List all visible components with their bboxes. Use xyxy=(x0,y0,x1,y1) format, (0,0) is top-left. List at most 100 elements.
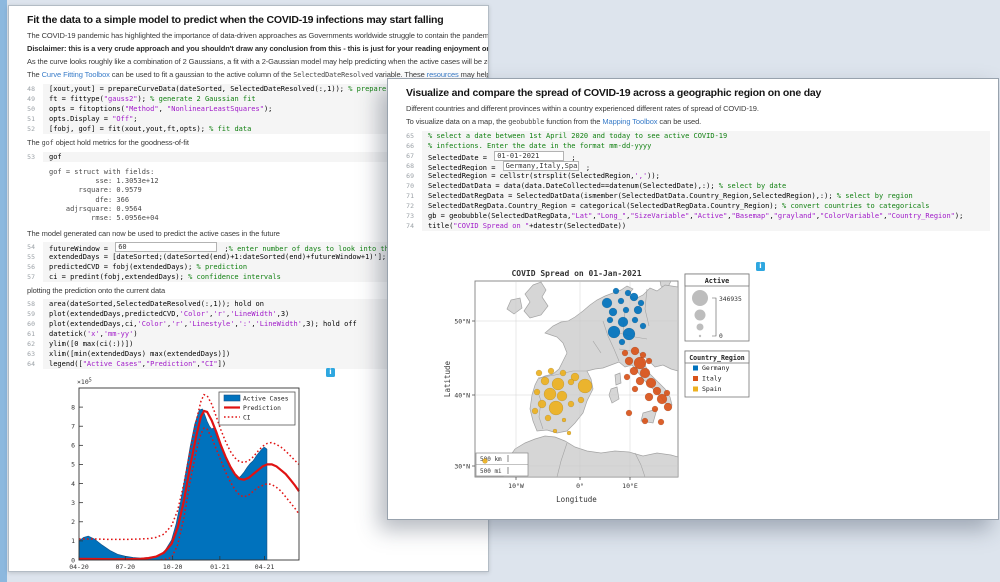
code-fragment: ]) xyxy=(218,360,226,368)
svg-text:07-20: 07-20 xyxy=(115,563,135,571)
line-number: 74 xyxy=(388,221,422,231)
svg-text:Prediction: Prediction xyxy=(243,405,281,412)
code-comment: % infections. Enter the date in the form… xyxy=(428,142,651,150)
svg-text:10°E: 10°E xyxy=(622,482,638,490)
line-number: 66 xyxy=(388,141,422,151)
line-number: 67 xyxy=(388,151,422,161)
page-title: Visualize and compare the spread of COVI… xyxy=(406,87,990,99)
code-line: 73gb = geobubble(SelectedDatRegData,"Lat… xyxy=(388,211,990,221)
intro-paragraph: The COVID-19 pandemic has highlighted th… xyxy=(27,31,480,40)
code-comment: % confidence intervals xyxy=(188,273,281,281)
text-run: can be used. xyxy=(657,117,701,126)
gaussian-paragraph: As the curve looks roughly like a combin… xyxy=(27,57,480,66)
code-fragment: SelectedRegion = xyxy=(428,164,500,171)
code-line: 71SelectedDatRegData = SelectedDatData(i… xyxy=(388,191,990,201)
inline-edit-field[interactable]: Germany,Italy,Spain xyxy=(503,161,579,171)
inline-edit-field[interactable]: 01-01-2021 xyxy=(494,151,564,161)
code-fragment: ; xyxy=(133,115,137,123)
code-string: "Method" xyxy=(125,105,159,113)
code-string: 'Linestyle' xyxy=(188,320,234,328)
code-string: "Lat" xyxy=(571,212,592,220)
code-fragment: )); xyxy=(647,172,660,180)
code-fragment: ,3) xyxy=(277,310,290,318)
code-text[interactable]: SelectedDatRegData.Country_Region = cate… xyxy=(422,201,990,211)
doc-link[interactable]: Mapping Toolbox xyxy=(602,117,657,126)
doc-link[interactable]: Curve Fitting Toolbox xyxy=(42,70,110,79)
line-number: 64 xyxy=(9,359,43,369)
text-run: The xyxy=(27,70,42,79)
code-fragment: ); xyxy=(138,95,151,103)
line-number: 56 xyxy=(9,262,43,272)
line-number: 61 xyxy=(9,329,43,339)
code-fragment: gb = geobubble(SelectedDatRegData, xyxy=(428,212,571,220)
svg-text:5: 5 xyxy=(71,461,75,469)
code-line: 69SelectedRegion = cellstr(strsplit(Sele… xyxy=(388,171,990,181)
svg-text:500 mi: 500 mi xyxy=(480,468,502,475)
svg-text:7: 7 xyxy=(71,423,75,431)
code-comment: % select a date between 1st April 2020 a… xyxy=(428,132,727,140)
text-run: can be used to fit a gaussian to the act… xyxy=(110,70,293,79)
code-fragment: plot(extendedDays,ci, xyxy=(49,320,138,328)
inline-code: geobubble xyxy=(508,118,544,126)
disclaimer-text: Disclaimer: this is a very crude approac… xyxy=(27,44,480,53)
code-comment: % convert countries to categoricals xyxy=(782,202,930,210)
line-number: 71 xyxy=(388,191,422,201)
code-string: 'r' xyxy=(213,310,226,318)
svg-text:01-21: 01-21 xyxy=(210,563,230,571)
code-string: "Country_Region" xyxy=(887,212,954,220)
code-fragment: ft = fittype( xyxy=(49,95,104,103)
line-number: 65 xyxy=(388,131,422,141)
svg-text:1: 1 xyxy=(71,537,75,545)
text-run: object hold metrics for the goodness-of-… xyxy=(54,138,189,147)
code-fragment: extendedDays = [dateSorted;(dateSorted(e… xyxy=(49,253,390,261)
code-text[interactable]: SelectedRegion = Germany,Italy,Spain ; xyxy=(422,161,990,171)
code-string: "SizeVariable" xyxy=(630,212,689,220)
line-number: 69 xyxy=(388,171,422,181)
code-fragment: opts.Display = xyxy=(49,115,112,123)
text-run: plotting the prediction onto the current… xyxy=(27,286,165,295)
svg-text:346935: 346935 xyxy=(719,296,742,303)
code-fragment: ylim([0 max(ci(:))]) xyxy=(49,340,133,348)
code-string: 'Color' xyxy=(138,320,168,328)
window-geobubble: Visualize and compare the spread of COVI… xyxy=(387,78,999,520)
code-fragment: SelectedDatRegData.Country_Region = cate… xyxy=(428,202,782,210)
code-text[interactable]: title("COVID Spread on "+datestr(Selecte… xyxy=(422,221,990,231)
background-window-edge xyxy=(0,0,7,582)
svg-text:10°W: 10°W xyxy=(508,482,524,490)
code-string: 'LineWidth' xyxy=(230,310,276,318)
size-legend: Active3469350 xyxy=(685,274,749,341)
line-number: 55 xyxy=(9,252,43,262)
line-number: 70 xyxy=(388,181,422,191)
line-number: 72 xyxy=(388,201,422,211)
code-fragment: ci = predint(fobj,extendedDays); xyxy=(49,273,188,281)
svg-text:Country_Region: Country_Region xyxy=(689,354,745,362)
code-comment: % generate 2 Gaussian fit xyxy=(150,95,255,103)
code-text[interactable]: SelectedDatData = data(data.DateCollecte… xyxy=(422,181,990,191)
code-text[interactable]: SelectedDate = 01-01-2021 ; xyxy=(422,151,990,161)
code-block-map: 65 % select a date between 1st April 2020… xyxy=(388,131,990,231)
svg-text:2: 2 xyxy=(71,518,75,526)
code-fragment: plot(extendedDays,predictedCVD, xyxy=(49,310,180,318)
code-text[interactable]: % infections. Enter the date in the form… xyxy=(422,141,990,151)
svg-text:4: 4 xyxy=(71,480,75,488)
y-axis-label: Latitude xyxy=(443,360,452,397)
code-fragment: ; xyxy=(567,154,575,161)
code-fragment: SelectedDatData = data(data.DateCollecte… xyxy=(428,182,719,190)
code-text[interactable]: % select a date between 1st April 2020 a… xyxy=(422,131,990,141)
code-text[interactable]: gb = geobubble(SelectedDatRegData,"Lat",… xyxy=(422,211,990,221)
code-text[interactable]: SelectedRegion = cellstr(strsplit(Select… xyxy=(422,171,990,181)
y-axis-exponent: ×105 xyxy=(77,378,92,387)
code-string: "Long_" xyxy=(597,212,627,220)
svg-text:3: 3 xyxy=(71,499,75,507)
inline-edit-field[interactable]: 60 xyxy=(115,242,217,252)
code-text[interactable]: SelectedDatRegData = SelectedDatData(ism… xyxy=(422,191,990,201)
code-string: "Active" xyxy=(694,212,728,220)
line-number: 50 xyxy=(9,104,43,114)
svg-text:30°N: 30°N xyxy=(454,462,470,470)
line-number: 52 xyxy=(9,124,43,134)
code-string: 'x' xyxy=(87,330,100,338)
geobubble-paragraph: To visualize data on a map, the geobubbl… xyxy=(406,117,990,127)
code-fragment: predictedCVD = fobj(extendedDays); xyxy=(49,263,197,271)
desktop-background: Fit the data to a simple model to predic… xyxy=(0,0,1000,582)
svg-text:10-20: 10-20 xyxy=(163,563,183,571)
